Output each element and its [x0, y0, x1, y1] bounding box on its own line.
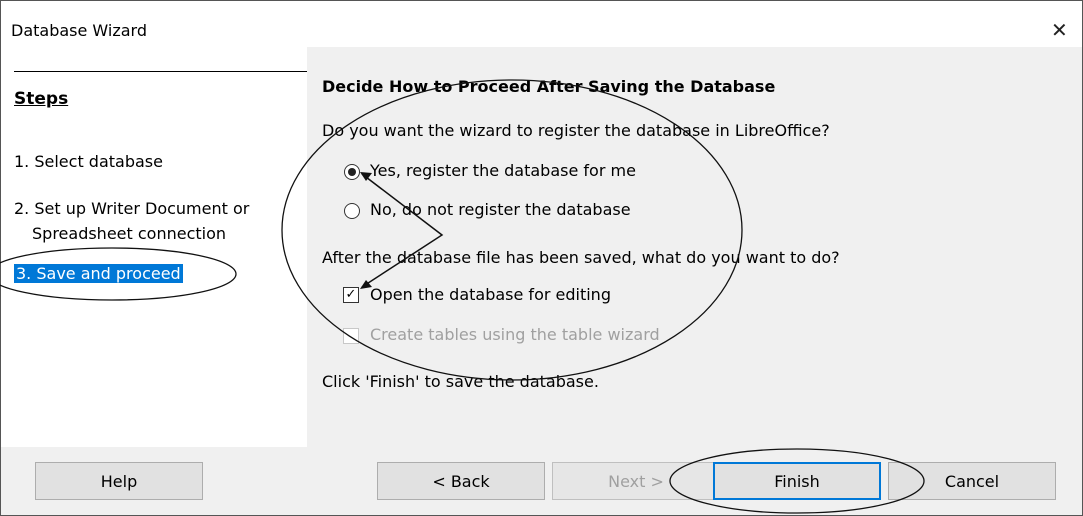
finish-hint: Click 'Finish' to save the database. — [322, 372, 599, 391]
radio-yes-icon[interactable] — [344, 164, 360, 180]
step-save-and-proceed-label: 3. Save and proceed — [14, 264, 183, 283]
close-icon[interactable]: ✕ — [1051, 18, 1068, 42]
step-save-and-proceed[interactable]: 3. Save and proceed — [14, 264, 183, 283]
after-save-question: After the database file has been saved, … — [322, 248, 840, 267]
radio-no-label: No, do not register the database — [370, 200, 631, 219]
next-button: Next > — [552, 462, 720, 500]
window-title: Database Wizard — [11, 21, 147, 40]
checkbox-create-tables-label: Create tables using the table wizard — [370, 325, 660, 344]
checkmark-icon[interactable]: ✓ — [343, 287, 359, 303]
steps-title: Steps — [14, 89, 69, 109]
step-setup-connection-line2: Spreadsheet connection — [32, 224, 227, 243]
radio-yes-label: Yes, register the database for me — [370, 161, 636, 180]
page-heading: Decide How to Proceed After Saving the D… — [322, 77, 776, 96]
checkbox-create-tables-box — [343, 328, 359, 344]
radio-no-icon[interactable] — [344, 203, 360, 219]
checkbox-open-label: Open the database for editing — [370, 285, 611, 304]
title-bar: Database Wizard ✕ — [1, 1, 1082, 47]
step-setup-connection[interactable]: 2. Set up Writer Document or — [14, 199, 249, 218]
steps-divider — [14, 71, 307, 72]
finish-button[interactable]: Finish — [713, 462, 881, 500]
back-button[interactable]: < Back — [377, 462, 545, 500]
help-button[interactable]: Help — [35, 462, 203, 500]
cancel-button[interactable]: Cancel — [888, 462, 1056, 500]
step-select-database[interactable]: 1. Select database — [14, 152, 163, 171]
register-question: Do you want the wizard to register the d… — [322, 121, 830, 140]
